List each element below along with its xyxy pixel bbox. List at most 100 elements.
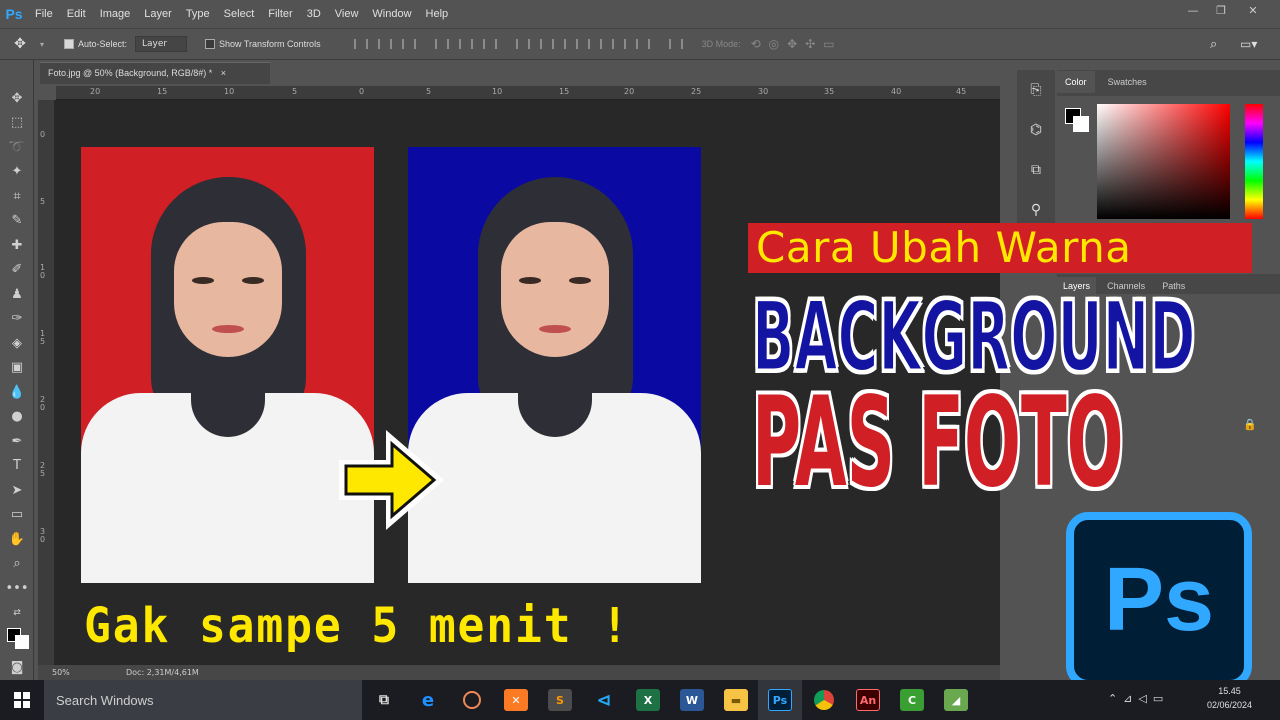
eyedropper-icon[interactable]: ✎ <box>0 209 34 234</box>
auto-align-icon[interactable] <box>668 39 683 49</box>
lasso-tool-icon[interactable]: ➰ <box>0 135 34 160</box>
taskbar-clock[interactable]: 15.45 02/06/2024 <box>1207 684 1252 712</box>
taskbar-search[interactable]: Search Windows <box>44 680 362 720</box>
align-top-icon[interactable] <box>353 39 368 49</box>
arrow-right-icon <box>339 430 444 530</box>
ruler-label: 30 <box>758 87 769 96</box>
blur-tool-icon[interactable]: 💧 <box>0 380 34 405</box>
restore-button[interactable]: ❐ <box>1208 4 1234 20</box>
healing-brush-icon[interactable]: ✚ <box>0 233 34 258</box>
menu-layer[interactable]: Layer <box>137 8 179 20</box>
properties-panel-icon[interactable]: ⌬ <box>1017 110 1055 150</box>
show-transform-checkbox[interactable] <box>205 39 216 49</box>
history-brush-icon[interactable]: ✑ <box>0 307 34 332</box>
app-icon-green[interactable]: ◢ <box>934 680 978 720</box>
app-icon[interactable] <box>450 680 494 720</box>
marquee-tool-icon[interactable]: ⬚ <box>0 111 34 136</box>
menu-filter[interactable]: Filter <box>261 8 299 20</box>
move-tool-icon[interactable]: ✥ <box>0 86 34 111</box>
background-color[interactable] <box>1073 116 1089 132</box>
distribute-middle-icon[interactable] <box>539 39 554 49</box>
crop-tool-icon[interactable]: ⌗ <box>0 184 34 209</box>
ruler-label: 40 <box>891 87 902 96</box>
distribute-top-icon[interactable] <box>515 39 530 49</box>
photoshop-taskbar-icon[interactable]: Ps <box>758 680 802 720</box>
document-tab[interactable]: Foto.jpg @ 50% (Background, RGB/8#) * × <box>40 62 270 84</box>
pen-tool-icon[interactable]: ✒ <box>0 429 34 454</box>
edge-icon[interactable]: e <box>406 680 450 720</box>
sublime-icon[interactable]: S <box>538 680 582 720</box>
align-left-icon[interactable] <box>434 39 449 49</box>
close-button[interactable]: ✕ <box>1240 4 1266 20</box>
chevron-down-icon[interactable]: ▾ <box>40 40 54 49</box>
3d-mode-icons[interactable]: ⟲◎✥✣▭ <box>751 37 843 51</box>
menu-image[interactable]: Image <box>93 8 138 20</box>
start-button[interactable] <box>0 680 44 720</box>
stamp-tool-icon[interactable]: ♟ <box>0 282 34 307</box>
menu-3d[interactable]: 3D <box>300 8 328 20</box>
menu-select[interactable]: Select <box>217 8 262 20</box>
headline-pas-foto: PAS FOTO <box>752 371 1124 515</box>
align-middle-icon[interactable] <box>377 39 392 49</box>
app-logo: Ps <box>5 6 23 22</box>
swap-colors-icon[interactable]: ⇄ <box>0 601 34 626</box>
photoshop-logo: Ps <box>1066 512 1252 688</box>
adjustments-panel-icon[interactable]: ⧉ <box>1017 150 1055 190</box>
distribute-bottom-icon[interactable] <box>563 39 578 49</box>
excel-icon[interactable]: X <box>626 680 670 720</box>
tools-panel: ✥ ⬚ ➰ ✦ ⌗ ✎ ✚ ✐ ♟ ✑ ◈ ▣ 💧 ● ✒ T ➤ ▭ ✋ ⌕ … <box>0 60 34 680</box>
menu-edit[interactable]: Edit <box>60 8 93 20</box>
zoom-level[interactable]: 50% <box>52 668 70 677</box>
animate-icon[interactable]: An <box>846 680 890 720</box>
menu-window[interactable]: Window <box>365 8 418 20</box>
distribute-center-icon[interactable] <box>611 39 626 49</box>
history-panel-icon[interactable]: ⎘ <box>1017 70 1055 110</box>
auto-select-dropdown[interactable]: Layer <box>135 36 188 52</box>
file-explorer-icon[interactable]: ▬ <box>714 680 758 720</box>
color-swatches[interactable] <box>0 625 34 650</box>
distribute-left-icon[interactable] <box>587 39 602 49</box>
gradient-tool-icon[interactable]: ▣ <box>0 356 34 381</box>
type-tool-icon[interactable]: T <box>0 454 34 479</box>
system-tray-icons[interactable]: ⌃⊿◁▭ <box>1108 692 1169 705</box>
word-icon[interactable]: W <box>670 680 714 720</box>
eraser-tool-icon[interactable]: ◈ <box>0 331 34 356</box>
task-view-icon[interactable]: ⧉ <box>362 680 406 720</box>
vscode-icon[interactable]: ⊲ <box>582 680 626 720</box>
path-select-icon[interactable]: ➤ <box>0 478 34 503</box>
tab-color[interactable]: Color <box>1057 71 1095 93</box>
face <box>174 222 282 357</box>
menu-help[interactable]: Help <box>419 8 456 20</box>
auto-select-checkbox[interactable] <box>64 39 74 49</box>
move-tool-icon[interactable]: ✥ <box>0 36 40 52</box>
align-right-icon[interactable] <box>482 39 497 49</box>
menu-view[interactable]: View <box>328 8 366 20</box>
xampp-icon[interactable]: ✕ <box>494 680 538 720</box>
minimize-button[interactable]: — <box>1180 4 1206 20</box>
color-field[interactable] <box>1097 104 1230 219</box>
magic-wand-icon[interactable]: ✦ <box>0 160 34 185</box>
menu-file[interactable]: File <box>28 8 60 20</box>
menu-type[interactable]: Type <box>179 8 217 20</box>
shape-tool-icon[interactable]: ▭ <box>0 503 34 528</box>
ruler-label: 2 5 <box>40 461 46 478</box>
quick-mask-icon[interactable]: ◙ <box>0 656 34 681</box>
align-center-icon[interactable] <box>458 39 473 49</box>
search-icon[interactable]: ⌕ <box>1210 37 1217 52</box>
chrome-icon[interactable] <box>802 680 846 720</box>
more-tools-icon[interactable]: ••• <box>0 576 34 601</box>
distribute-right-icon[interactable] <box>635 39 650 49</box>
close-tab-icon[interactable]: × <box>221 68 226 78</box>
dodge-tool-icon[interactable]: ● <box>0 405 34 430</box>
zoom-tool-icon[interactable]: ⌕ <box>0 552 34 577</box>
brush-tool-icon[interactable]: ✐ <box>0 258 34 283</box>
photo-red-background <box>81 147 374 583</box>
camtasia-icon[interactable]: C <box>890 680 934 720</box>
align-bottom-icon[interactable] <box>401 39 416 49</box>
ruler-label: 3 0 <box>40 527 46 544</box>
hand-tool-icon[interactable]: ✋ <box>0 527 34 552</box>
tab-swatches[interactable]: Swatches <box>1100 71 1155 93</box>
auto-select-label: Auto-Select: <box>78 39 128 49</box>
workspace-icon[interactable]: ▭▾ <box>1240 37 1257 51</box>
hue-slider[interactable] <box>1245 104 1263 219</box>
